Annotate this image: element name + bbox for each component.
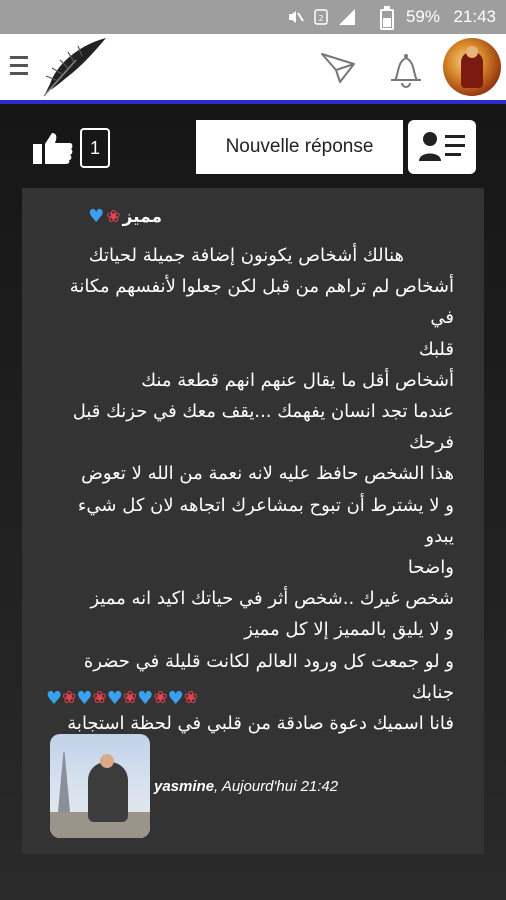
post-card: مميز ❀ ♥ هنالك أشخاص يكونون إضافة جميلة … <box>22 188 484 854</box>
rose-icon: ❀ <box>62 688 77 708</box>
emoji-row: ❀ ♥ ❀ ♥ ❀ ♥ ❀ ♥ ❀ ♥ <box>46 688 198 709</box>
heart-icon: ♥ <box>106 688 123 709</box>
like-count: 1 <box>80 128 110 168</box>
post-title-text: مميز <box>122 206 162 227</box>
post-line: قلبك <box>418 338 454 360</box>
status-icons: 2 <box>286 8 356 26</box>
post-line: واضحا <box>407 557 454 579</box>
post-title: مميز ❀ ♥ <box>88 206 162 227</box>
sim-icon: 2 <box>314 9 328 25</box>
heart-icon: ♥ <box>76 688 93 709</box>
menu-icon[interactable] <box>10 56 28 80</box>
rose-icon: ❀ <box>153 688 168 708</box>
thumbs-up-icon[interactable] <box>32 130 74 166</box>
post-line: و لا يليق بالمميز إلا كل مميز <box>244 619 454 641</box>
heart-icon: ♥ <box>167 688 184 709</box>
post-line: و لا يشترط أن تبوح بمشاعرك اتجاهه لان كل… <box>77 494 454 547</box>
post-line: أشخاص أقل ما يقال عنهم انهم قطعة منك <box>141 369 454 391</box>
rose-icon: ❀ <box>92 688 107 708</box>
battery-percent: 59% <box>405 7 440 26</box>
mute-icon <box>289 11 304 23</box>
clock: 21:43 <box>453 7 496 26</box>
feather-logo-icon[interactable] <box>36 36 110 100</box>
heart-icon: ♥ <box>88 206 105 227</box>
app-bar <box>0 34 506 104</box>
post-line: هنالك أشخاص يكونون إضافة جميلة لحياتك <box>88 245 404 266</box>
post-line: و لو جمعت كل ورود العالم لكانت قليلة في … <box>83 650 454 672</box>
new-reply-button[interactable]: Nouvelle réponse <box>196 120 403 174</box>
author-meta: yasmine, Aujourd'hui 21:42 <box>154 778 338 795</box>
like-control[interactable]: 1 <box>32 128 110 168</box>
heart-icon: ♥ <box>46 688 63 709</box>
post-line: شخص غيرك ..شخص أثر في حياتك اكيد انه ممي… <box>90 588 454 610</box>
battery-icon <box>380 6 394 30</box>
profile-card-icon <box>419 132 465 161</box>
post-line: هذا الشخص حافظ عليه لانه نعمة من الله لا… <box>81 463 454 485</box>
status-bar: 2 59% 21:43 <box>0 0 506 34</box>
avatar[interactable] <box>443 38 501 96</box>
send-icon[interactable] <box>318 50 358 86</box>
rose-icon: ❀ <box>106 206 121 227</box>
bell-icon[interactable] <box>385 48 427 90</box>
post-line: عندما تجد انسان يفهمك ...يقف معك في حزنك… <box>72 401 454 423</box>
signal-icon <box>339 9 355 25</box>
profile-card-button[interactable] <box>408 120 476 174</box>
author-avatar[interactable] <box>50 734 150 838</box>
post-line: فرحك <box>409 432 454 454</box>
svg-text:2: 2 <box>318 14 323 23</box>
post-body: هنالك أشخاص يكونون إضافة جميلة لحياتك أش… <box>44 240 454 739</box>
rose-icon: ❀ <box>122 688 138 708</box>
rose-icon: ❀ <box>183 688 198 708</box>
post-line: أشخاص لم تراهم من قبل لكن جعلوا لأنفسهم … <box>69 276 454 329</box>
post-timestamp: , Aujourd'hui 21:42 <box>214 778 339 795</box>
author-name[interactable]: yasmine <box>154 778 214 795</box>
heart-icon: ♥ <box>137 688 154 709</box>
